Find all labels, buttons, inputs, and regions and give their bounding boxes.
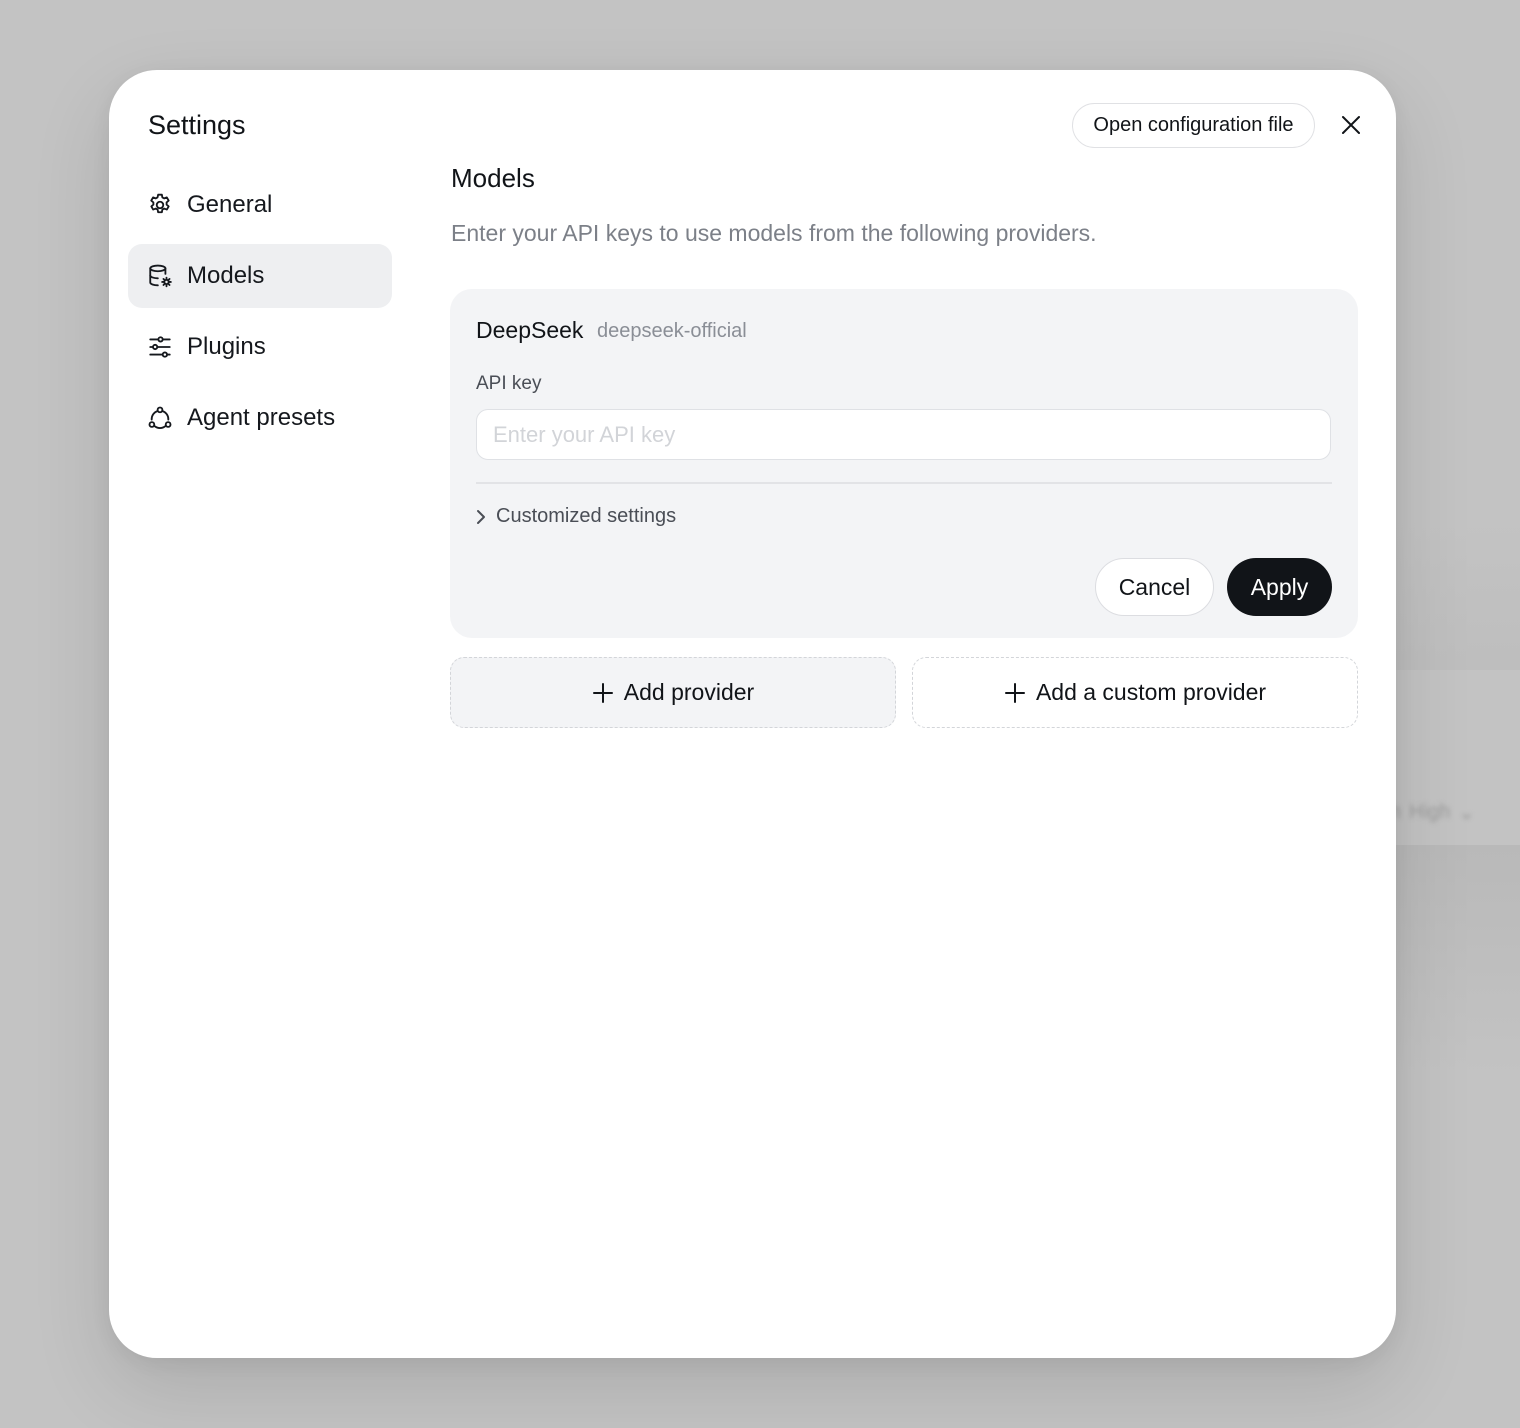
plus-icon [1004,682,1026,704]
apply-button[interactable]: Apply [1227,558,1332,616]
add-provider-label: Add provider [623,679,755,705]
cancel-button[interactable]: Cancel [1095,558,1214,616]
sidebar-item-agent-presets[interactable]: Agent presets [128,386,392,450]
sidebar-item-plugins[interactable]: Plugins [128,315,392,379]
backdrop-shade [1396,845,1520,1075]
sliders-icon [147,334,173,360]
section-title: Models [451,163,535,193]
divider [476,482,1332,484]
section-description: Enter your API keys to use models from t… [451,220,1097,246]
settings-dialog: Settings General Models Plugins Agent pr… [109,70,1396,1358]
provider-name: DeepSeek [476,317,584,343]
settings-sidebar: General Models Plugins Agent presets [128,173,392,457]
backdrop-shade [1396,520,1520,670]
close-icon [1340,114,1362,136]
chevron-down-icon: ⌄ [1458,802,1476,824]
open-config-file-button[interactable]: Open configuration file [1072,103,1315,148]
sidebar-item-label: General [187,191,273,218]
sidebar-item-general[interactable]: General [128,173,392,237]
chevron-right-icon [474,508,488,526]
customized-settings-label: Customized settings [496,505,677,527]
add-custom-provider-button[interactable]: Add a custom provider [912,657,1358,728]
sidebar-item-label: Agent presets [187,404,336,431]
provider-card: DeepSeek deepseek-official API key Custo… [450,289,1358,638]
database-gear-icon [147,263,173,289]
gear-icon [147,192,173,218]
provider-id: deepseek-official [597,320,747,342]
close-button[interactable] [1336,110,1366,140]
backdrop-text: High [1409,801,1451,823]
api-key-label: API key [476,373,542,394]
plus-icon [592,682,614,704]
sidebar-item-models[interactable]: Models [128,244,392,308]
add-custom-provider-label: Add a custom provider [1035,679,1267,705]
sidebar-item-label: Models [187,262,265,289]
sidebar-item-label: Plugins [187,333,266,360]
api-key-input[interactable] [476,409,1331,460]
customized-settings-toggle[interactable]: Customized settings [474,505,676,528]
agents-network-icon [147,405,173,431]
dialog-title: Settings [148,110,246,140]
add-provider-button[interactable]: Add provider [450,657,896,728]
